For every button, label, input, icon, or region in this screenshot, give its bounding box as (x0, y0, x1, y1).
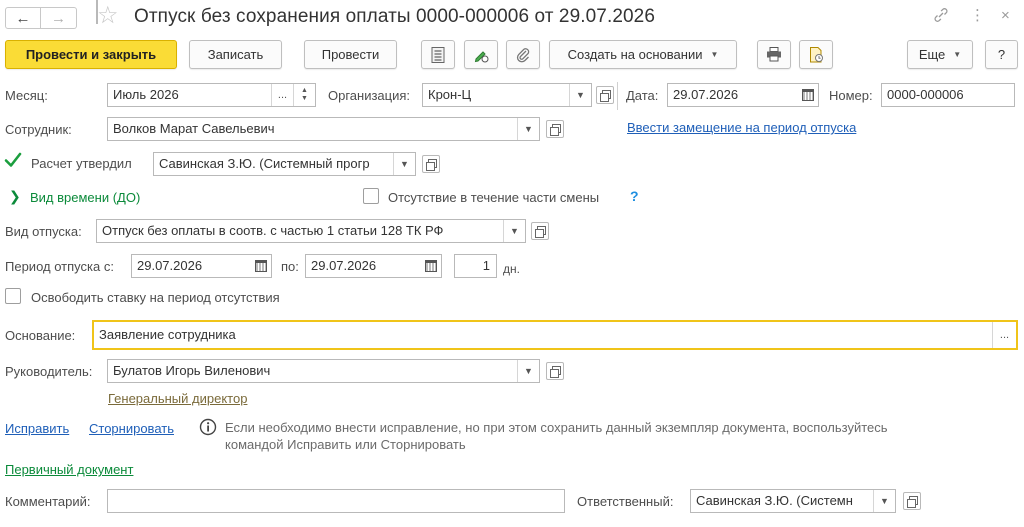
forward-button[interactable]: → (41, 7, 77, 29)
post-and-close-button[interactable]: Провести и закрыть (5, 40, 177, 69)
partial-shift-label: Отсутствие в течение части смены (388, 190, 600, 205)
arrow-left-icon: ← (15, 9, 31, 27)
info-icon (199, 418, 217, 436)
organization-label: Организация: (328, 88, 411, 103)
period-to-label: по: (281, 259, 299, 274)
open-leave-kind-icon[interactable] (531, 222, 549, 240)
select-basis-icon[interactable]: ... (992, 322, 1016, 348)
star-icon[interactable]: ☆ (97, 3, 119, 29)
head-field[interactable]: Булатов Игорь Виленович ▼ (107, 359, 540, 383)
chevron-down-icon: ▼ (710, 50, 719, 59)
open-employee-icon[interactable] (546, 120, 564, 138)
help-button[interactable]: ? (985, 40, 1018, 69)
post-button[interactable]: Провести (304, 40, 397, 69)
primary-document-link[interactable]: Первичный документ (5, 462, 133, 478)
free-rate-label: Освободить ставку на период отсутствия (31, 290, 280, 305)
chevron-down-icon: ▼ (953, 50, 962, 59)
close-icon[interactable]: × (1001, 6, 1010, 26)
period-to-field[interactable]: 29.07.2026 (305, 254, 442, 278)
help-icon[interactable]: ? (630, 188, 639, 204)
print-icon[interactable] (757, 40, 791, 69)
calendar-icon[interactable] (425, 260, 437, 272)
responsible-label: Ответственный: (577, 494, 674, 509)
chevron-right-icon[interactable]: ❯ (9, 188, 21, 204)
period-from-field[interactable]: 29.07.2026 (131, 254, 272, 278)
chevron-down-icon[interactable]: ▼ (517, 360, 539, 382)
time-kind-group[interactable]: Вид времени (ДО) (30, 190, 140, 206)
number-field[interactable]: 0000-000006 (881, 83, 1015, 107)
employee-label: Сотрудник: (5, 122, 72, 137)
select-period-icon[interactable]: ... (271, 84, 293, 106)
month-field[interactable]: Июль 2026 ... ▲ ▼ (107, 83, 316, 107)
number-label: Номер: (829, 88, 873, 103)
period-from-label: Период отпуска с: (5, 259, 114, 274)
date-field[interactable]: 29.07.2026 (667, 83, 819, 107)
leave-kind-label: Вид отпуска: (5, 224, 82, 239)
create-based-on-button[interactable]: Создать на основании ▼ (549, 40, 737, 69)
open-approved-by-icon[interactable] (422, 155, 440, 173)
open-organization-icon[interactable] (596, 86, 614, 104)
responsible-field[interactable]: Савинская З.Ю. (Системн ▼ (690, 489, 896, 513)
days-field[interactable]: 1 (454, 254, 497, 278)
chevron-down-icon[interactable]: ▼ (503, 220, 525, 242)
calendar-icon[interactable] (255, 260, 267, 272)
free-rate-checkbox[interactable] (5, 288, 21, 304)
attachment-icon[interactable] (506, 40, 540, 69)
chevron-down-icon[interactable]: ▼ (517, 118, 539, 140)
comment-label: Комментарий: (5, 494, 91, 509)
report-icon[interactable] (421, 40, 455, 69)
document-history-icon[interactable] (799, 40, 833, 69)
info-text: Если необходимо внести исправление, но п… (225, 420, 888, 452)
more-vertical-icon[interactable]: ⋮ (970, 6, 985, 26)
edit-document-icon[interactable] (464, 40, 498, 69)
chevron-down-icon[interactable]: ▼ (873, 490, 895, 512)
comment-field[interactable] (107, 489, 565, 513)
calendar-icon[interactable] (802, 89, 814, 101)
fix-link[interactable]: Исправить (5, 421, 69, 437)
page-title: Отпуск без сохранения оплаты 0000-000006… (134, 6, 656, 27)
back-button[interactable]: ← (5, 7, 41, 29)
add-substitution-link[interactable]: Ввести замещение на период отпуска (627, 120, 856, 136)
chevron-down-icon[interactable]: ▼ (393, 153, 415, 175)
divider (617, 82, 618, 110)
reverse-link[interactable]: Сторнировать (89, 421, 174, 437)
days-unit-label: дн. (503, 262, 520, 276)
chevron-down-icon[interactable]: ▼ (569, 84, 591, 106)
basis-label: Основание: (5, 328, 76, 343)
leave-kind-field[interactable]: Отпуск без оплаты в соотв. с частью 1 ст… (96, 219, 526, 243)
arrow-right-icon: → (51, 9, 66, 27)
open-head-icon[interactable] (546, 362, 564, 380)
link-icon[interactable] (932, 6, 950, 30)
month-label: Месяц: (5, 88, 48, 103)
head-label: Руководитель: (5, 364, 93, 379)
approved-label: Расчет утвердил (31, 156, 132, 171)
basis-field[interactable]: Заявление сотрудника ... (92, 320, 1018, 350)
month-stepper[interactable]: ▲ ▼ (293, 84, 315, 106)
date-label: Дата: (626, 88, 659, 103)
approved-by-field[interactable]: Савинская З.Ю. (Системный прогр ▼ (153, 152, 416, 176)
open-responsible-icon[interactable] (903, 492, 921, 510)
head-position-link[interactable]: Генеральный директор (108, 391, 247, 406)
save-button[interactable]: Записать (189, 40, 282, 69)
more-button[interactable]: Еще ▼ (907, 40, 973, 69)
employee-field[interactable]: Волков Марат Савельевич ▼ (107, 117, 540, 141)
organization-field[interactable]: Крон-Ц ▼ (422, 83, 592, 107)
approved-checkbox[interactable] (4, 151, 22, 169)
partial-shift-checkbox[interactable] (363, 188, 379, 204)
